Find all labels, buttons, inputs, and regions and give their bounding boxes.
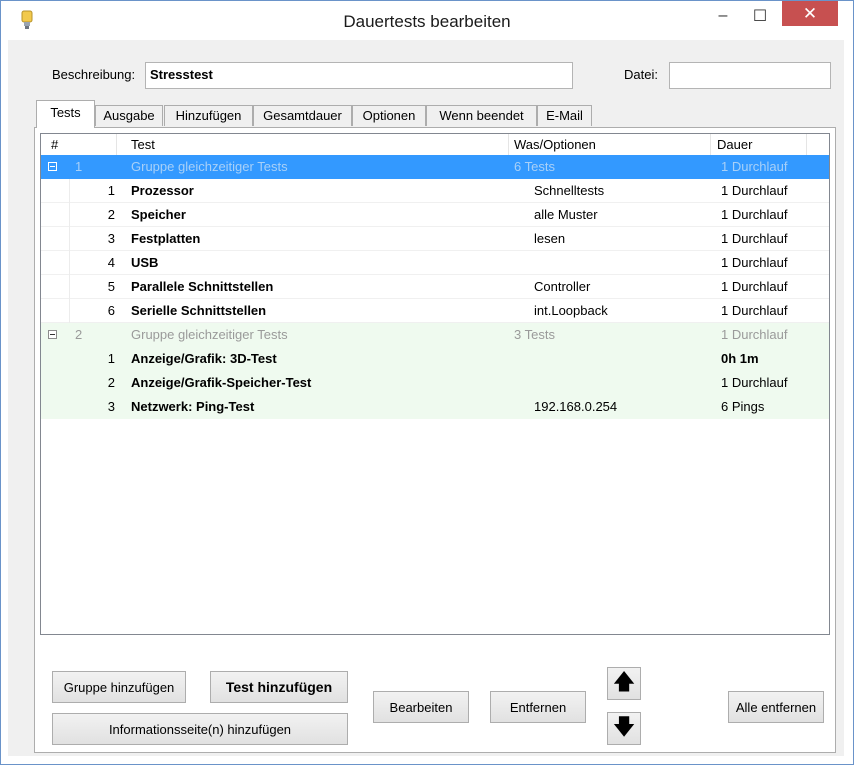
header-test[interactable]: Test <box>117 134 509 155</box>
test-name: Parallele Schnittstellen <box>131 279 274 294</box>
minimize-button[interactable]: – <box>706 1 740 30</box>
test-duration: 1 Durchlauf <box>721 231 788 246</box>
group-options: 6 Tests <box>514 159 555 174</box>
test-options <box>534 251 714 275</box>
test-name: Prozessor <box>131 183 194 198</box>
group-name: Gruppe gleichzeitiger Tests <box>131 159 288 174</box>
test-number: 2 <box>107 207 115 222</box>
minimize-icon: – <box>718 6 728 24</box>
gruppe-hinzufuegen-button[interactable]: Gruppe hinzufügen <box>52 671 186 703</box>
row-indent-line <box>69 179 70 203</box>
maximize-icon: ☐ <box>752 7 768 25</box>
title-bar[interactable]: Dauertests bearbeiten – ☐ ✕ <box>1 1 853 41</box>
test-options: lesen <box>534 231 566 246</box>
tab-tests[interactable]: Tests <box>36 100 95 128</box>
header-options[interactable]: Was/Optionen <box>509 134 711 155</box>
test-options: Schnelltests <box>534 183 605 198</box>
collapse-icon[interactable] <box>48 162 57 171</box>
test-name: Serielle Schnittstellen <box>131 303 267 318</box>
alle-entfernen-button[interactable]: Alle entfernen <box>728 691 824 723</box>
beschreibung-input[interactable]: Stresstest <box>145 62 573 89</box>
test-number: 6 <box>107 303 115 318</box>
test-duration: 1 Durchlauf <box>721 255 788 270</box>
test-row[interactable]: 3 Netzwerk: Ping-Test 192.168.0.254 6 Pings <box>41 395 829 419</box>
test-number: 1 <box>107 351 115 366</box>
test-options: alle Muster <box>534 207 598 222</box>
entfernen-button[interactable]: Entfernen <box>490 691 586 723</box>
bearbeiten-button[interactable]: Bearbeiten <box>373 691 469 723</box>
test-duration: 1 Durchlauf <box>721 207 788 222</box>
test-options <box>534 347 714 371</box>
test-number: 3 <box>107 399 115 414</box>
maximize-button[interactable]: ☐ <box>743 1 777 30</box>
test-duration: 1 Durchlauf <box>721 375 788 390</box>
tests-tab-panel: # Test Was/Optionen Dauer 1 Gruppe gleich… <box>34 127 836 753</box>
test-number: 2 <box>107 375 115 390</box>
test-duration: 0h 1m <box>721 351 759 366</box>
group-number: 1 <box>75 159 83 174</box>
test-number: 4 <box>107 255 115 270</box>
list-header: # Test Was/Optionen Dauer <box>41 134 829 156</box>
test-name: Netzwerk: Ping-Test <box>131 399 255 414</box>
tab-optionen[interactable]: Optionen <box>352 105 426 126</box>
move-down-button[interactable]: 🡇 <box>607 712 641 745</box>
collapse-icon[interactable] <box>48 330 57 339</box>
group-duration: 1 Durchlauf <box>721 327 788 342</box>
tab-e-mail[interactable]: E-Mail <box>537 105 592 126</box>
header-num[interactable]: # <box>41 134 117 155</box>
test-options <box>534 371 714 395</box>
group-row[interactable]: 2 Gruppe gleichzeitiger Tests 3 Tests 1 Dur… <box>41 323 829 347</box>
tab-wenn-beendet[interactable]: Wenn beendet <box>426 105 537 126</box>
group-row[interactable]: 1 Gruppe gleichzeitiger Tests 6 Tests 1 Dur… <box>41 155 829 179</box>
tab-gesamtdauer[interactable]: Gesamtdauer <box>253 105 352 126</box>
test-number: 1 <box>107 183 115 198</box>
informationsseite-hinzufuegen-button[interactable]: Informationsseite(n) hinzufügen <box>52 713 348 745</box>
datei-label: Datei: <box>624 67 658 82</box>
arrow-up-icon: 🡅 <box>612 668 636 694</box>
test-duration: 1 Durchlauf <box>721 279 788 294</box>
test-row[interactable]: 3 Festplatten lesen 1 Durchlauf <box>41 227 829 251</box>
group-duration: 1 Durchlauf <box>721 159 788 174</box>
close-icon: ✕ <box>802 3 818 23</box>
row-indent-line <box>69 203 70 227</box>
test-name: Anzeige/Grafik: 3D-Test <box>131 351 277 366</box>
header-duration[interactable]: Dauer <box>711 134 807 155</box>
test-duration: 1 Durchlauf <box>721 303 788 318</box>
test-name: Speicher <box>131 207 186 222</box>
test-name: Festplatten <box>131 231 201 246</box>
test-number: 3 <box>107 231 115 246</box>
test-name: USB <box>131 255 159 270</box>
test-options: Controller <box>534 279 591 294</box>
test-row[interactable]: 2 Speicher alle Muster 1 Durchlauf <box>41 203 829 227</box>
group-number: 2 <box>75 327 83 342</box>
test-options: 192.168.0.254 <box>534 399 618 414</box>
test-options: int.Loopback <box>534 303 608 318</box>
row-indent-line <box>69 275 70 299</box>
test-duration: 1 Durchlauf <box>721 183 788 198</box>
beschreibung-label: Beschreibung: <box>52 67 136 82</box>
test-row[interactable]: 1 Anzeige/Grafik: 3D-Test 0h 1m <box>41 347 829 371</box>
test-row[interactable]: 6 Serielle Schnittstellen int.Loopback 1 Du… <box>41 299 829 323</box>
test-name: Anzeige/Grafik-Speicher-Test <box>131 375 312 390</box>
test-row[interactable]: 5 Parallele Schnittstellen Controller 1 Dur… <box>41 275 829 299</box>
test-row[interactable]: 1 Prozessor Schnelltests 1 Durchlauf <box>41 179 829 203</box>
row-indent-line <box>69 251 70 275</box>
datei-input[interactable] <box>669 62 831 89</box>
tests-list[interactable]: # Test Was/Optionen Dauer 1 Gruppe gleich… <box>40 133 830 635</box>
row-indent-line <box>69 299 70 323</box>
test-duration: 6 Pings <box>721 399 765 414</box>
group-options: 3 Tests <box>514 327 555 342</box>
row-indent-line <box>69 227 70 251</box>
arrow-down-icon: 🡇 <box>612 713 636 739</box>
test-number: 5 <box>107 279 115 294</box>
tab-ausgabe[interactable]: Ausgabe <box>95 105 163 126</box>
test-hinzufuegen-button[interactable]: Test hinzufügen <box>210 671 348 703</box>
group-name: Gruppe gleichzeitiger Tests <box>131 327 288 342</box>
close-button[interactable]: ✕ <box>782 1 838 26</box>
test-row[interactable]: 2 Anzeige/Grafik-Speicher-Test 1 Durchlauf <box>41 371 829 395</box>
test-row[interactable]: 4 USB 1 Durchlauf <box>41 251 829 275</box>
tab-hinzufuegen[interactable]: Hinzufügen <box>164 105 253 126</box>
move-up-button[interactable]: 🡅 <box>607 667 641 700</box>
